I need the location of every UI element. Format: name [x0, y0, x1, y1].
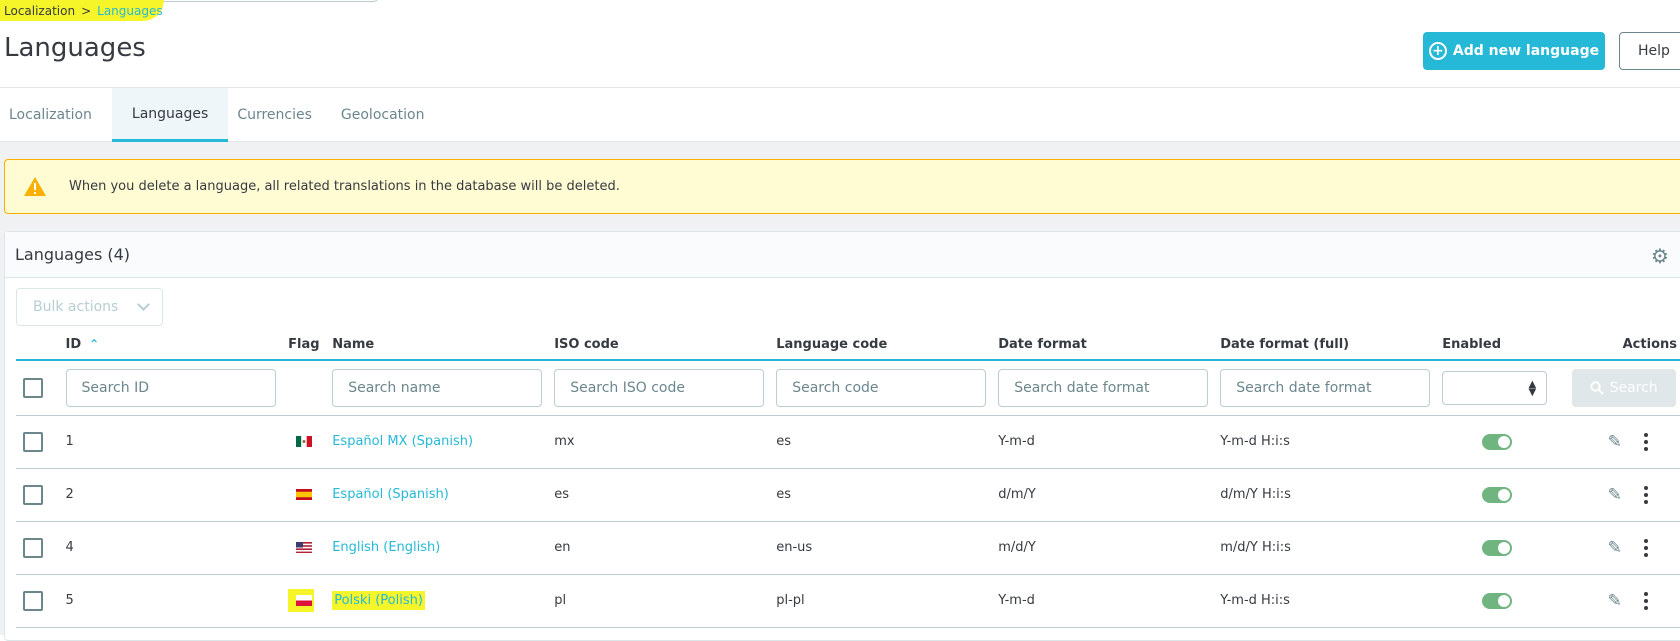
col-date-format-full[interactable]: Date format (full): [1214, 330, 1437, 361]
sort-asc-icon[interactable]: ⌃: [89, 337, 99, 351]
col-select: [16, 330, 60, 361]
more-actions-icon[interactable]: [1643, 538, 1648, 557]
table-row: 2 Español (Spanish) es es d/m/Y d/m/Y H:…: [16, 468, 1680, 522]
cell-iso: es: [548, 468, 771, 522]
cell-id: 4: [59, 521, 282, 575]
breadcrumb-separator: >: [81, 3, 92, 18]
flag-poland-icon: [295, 595, 312, 606]
tab-geolocation[interactable]: Geolocation: [332, 88, 445, 142]
search-iso-input[interactable]: Search ISO code: [554, 368, 765, 407]
col-actions: Actions: [1555, 330, 1680, 361]
breadcrumb: Localization > Languages: [0, 0, 179, 21]
tab-languages[interactable]: Languages: [111, 88, 229, 142]
card-title: Languages (4): [15, 245, 131, 264]
row-checkbox[interactable]: [23, 431, 43, 452]
more-actions-icon[interactable]: [1643, 591, 1648, 610]
cell-language-code: pl-pl: [770, 574, 993, 628]
language-name-link[interactable]: Polski (Polish): [332, 591, 425, 610]
cell-iso: en: [548, 521, 771, 575]
page-title: Languages: [4, 33, 146, 63]
edit-pencil-icon[interactable]: ✎: [1608, 538, 1622, 558]
add-new-language-button[interactable]: + Add new language: [1423, 32, 1605, 70]
cell-iso: mx: [548, 415, 771, 469]
cell-date-format-full: m/d/Y H:i:s: [1214, 521, 1437, 575]
table-row: 4 English (English) en en-us m/d/Y m/d/Y…: [16, 521, 1680, 575]
select-all-checkbox[interactable]: [23, 377, 43, 398]
tab-bar: Localization Languages Currencies Geoloc…: [0, 87, 1680, 142]
card-header: Languages (4): [5, 232, 1680, 278]
edit-pencil-icon[interactable]: ✎: [1608, 432, 1622, 452]
warning-alert: When you delete a language, all related …: [4, 159, 1680, 214]
breadcrumb-localization[interactable]: Localization: [4, 4, 75, 18]
cell-language-code: en-us: [770, 521, 993, 575]
row-checkbox[interactable]: [23, 537, 43, 558]
help-button[interactable]: Help: [1619, 32, 1680, 70]
cell-language-code: es: [770, 468, 993, 522]
enabled-toggle[interactable]: [1482, 539, 1513, 556]
more-actions-icon[interactable]: [1643, 432, 1648, 451]
cell-id: 2: [59, 468, 282, 522]
cell-date-format-full: Y-m-d H:i:s: [1214, 574, 1437, 628]
table-row: 5 Polski (Polish) pl pl-pl Y-m-d Y-m-d H…: [16, 574, 1680, 628]
row-checkbox[interactable]: [23, 590, 43, 611]
tab-currencies[interactable]: Currencies: [228, 88, 332, 142]
search-icon: [1589, 381, 1604, 395]
select-arrows-icon: ▲ ▼: [1528, 378, 1537, 398]
enabled-select[interactable]: ▲ ▼: [1442, 370, 1548, 405]
cell-language-code: es: [770, 415, 993, 469]
language-name-link[interactable]: Español (Spanish): [332, 487, 449, 502]
cell-iso: pl: [548, 574, 771, 628]
col-enabled[interactable]: Enabled: [1436, 330, 1556, 361]
search-date-format-full-input[interactable]: Search date format: [1220, 368, 1431, 407]
highlight-mark: [287, 589, 314, 612]
col-date-format[interactable]: Date format: [992, 330, 1215, 361]
search-button-label: Search: [1609, 379, 1658, 396]
col-name[interactable]: Name: [326, 330, 549, 361]
more-actions-icon[interactable]: [1643, 485, 1648, 504]
filter-row: Search ID Search name Search ISO code Se…: [16, 360, 1680, 416]
cell-date-format: Y-m-d: [992, 415, 1215, 469]
search-date-format-input[interactable]: Search date format: [998, 368, 1209, 407]
cell-date-format: m/d/Y: [992, 521, 1215, 575]
search-id-input[interactable]: Search ID: [65, 368, 276, 407]
warning-icon: [24, 176, 46, 196]
col-iso[interactable]: ISO code: [548, 330, 771, 361]
language-name-link[interactable]: Español MX (Spanish): [332, 434, 473, 449]
language-name-link[interactable]: English (English): [332, 540, 440, 555]
col-flag: Flag: [281, 330, 327, 361]
flag-mexico-icon: [295, 436, 312, 447]
flag-spain-icon: [295, 489, 312, 500]
cell-date-format-full: Y-m-d H:i:s: [1214, 415, 1437, 469]
gear-icon[interactable]: ⚙: [1651, 246, 1671, 266]
enabled-toggle[interactable]: [1482, 486, 1513, 503]
search-code-input[interactable]: Search code: [776, 368, 987, 407]
edit-pencil-icon[interactable]: ✎: [1608, 591, 1622, 611]
flag-usa-icon: [295, 542, 312, 553]
add-new-language-label: Add new language: [1452, 43, 1600, 59]
enabled-toggle[interactable]: [1482, 433, 1513, 450]
bulk-actions-label: Bulk actions: [33, 299, 119, 315]
search-name-input[interactable]: Search name: [332, 368, 543, 407]
chevron-down-icon: [137, 298, 150, 311]
col-language-code[interactable]: Language code: [770, 330, 993, 361]
cell-date-format: d/m/Y: [992, 468, 1215, 522]
languages-card: Languages (4) ⚙ Bulk actions ID ⌃ Flag Na…: [4, 231, 1680, 641]
col-id[interactable]: ID ⌃: [59, 330, 282, 361]
plus-circle-icon: +: [1428, 42, 1447, 60]
enabled-toggle[interactable]: [1482, 592, 1513, 609]
cell-date-format: Y-m-d: [992, 574, 1215, 628]
languages-table: ID ⌃ Flag Name ISO code Language code Dat…: [16, 330, 1680, 628]
breadcrumb-current[interactable]: Languages: [97, 4, 162, 18]
tab-localization[interactable]: Localization: [0, 88, 112, 142]
row-checkbox[interactable]: [23, 484, 43, 505]
edit-pencil-icon[interactable]: ✎: [1608, 485, 1622, 505]
cell-id: 1: [59, 415, 282, 469]
bulk-actions-dropdown[interactable]: Bulk actions: [16, 288, 163, 326]
cell-date-format-full: d/m/Y H:i:s: [1214, 468, 1437, 522]
table-row: 1 Español MX (Spanish) mx es Y-m-d Y-m-d…: [16, 415, 1680, 469]
cell-id: 5: [59, 574, 282, 628]
search-button[interactable]: Search: [1571, 368, 1676, 407]
alert-text: When you delete a language, all related …: [69, 179, 620, 194]
